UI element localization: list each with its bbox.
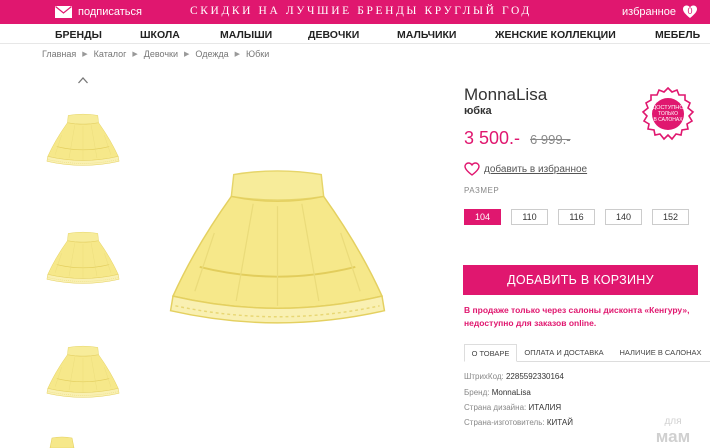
attribute-label: Бренд: xyxy=(464,388,490,397)
tab-salon-availability[interactable]: НАЛИЧИЕ В САЛОНАХ xyxy=(614,344,707,362)
size-option-152[interactable]: 152 xyxy=(652,209,689,225)
breadcrumb-clothing[interactable]: Одежда xyxy=(195,49,228,59)
favorites-count: 0 xyxy=(687,6,693,16)
product-thumbnail[interactable] xyxy=(42,110,124,170)
attribute-design-country: Страна дизайна: ИТАЛИЯ xyxy=(464,403,561,412)
nav-item-boys[interactable]: МАЛЬЧИКИ xyxy=(397,29,456,41)
nav-item-girls[interactable]: ДЕВОЧКИ xyxy=(308,29,359,41)
breadcrumb-girls[interactable]: Девочки xyxy=(144,49,178,59)
size-label: РАЗМЕР xyxy=(464,186,500,195)
favorites-link[interactable]: избранное 0 xyxy=(622,4,698,20)
attribute-manufacture-country: Страна-изготовитель: КИТАЙ xyxy=(464,418,573,427)
svg-text:В САЛОНАХ: В САЛОНАХ xyxy=(653,117,683,123)
tab-payment-delivery[interactable]: ОПЛАТА И ДОСТАВКА xyxy=(520,344,608,362)
breadcrumb-skirts[interactable]: Юбки xyxy=(246,49,269,59)
product-tabs: О ТОВАРЕ ОПЛАТА И ДОСТАВКА НАЛИЧИЕ В САЛ… xyxy=(464,344,710,362)
add-to-favorites-link[interactable]: добавить в избранное xyxy=(464,162,587,176)
chevron-up-icon[interactable] xyxy=(77,75,89,85)
product-thumbnail[interactable] xyxy=(42,342,124,402)
heart-icon xyxy=(464,162,480,176)
attribute-label: Страна-изготовитель: xyxy=(464,418,545,427)
mail-icon xyxy=(55,6,72,18)
availability-notice: В продаже только через салоны дисконта «… xyxy=(464,305,690,328)
subscribe-label: подписаться xyxy=(78,6,142,18)
attribute-value: 2285592330164 xyxy=(505,372,564,381)
size-option-116[interactable]: 116 xyxy=(558,209,595,225)
svg-text:для: для xyxy=(664,416,681,427)
salon-only-stamp: ДОСТУПНО ТОЛЬКО В САЛОНАХ xyxy=(641,87,695,141)
product-thumbnail[interactable] xyxy=(42,228,124,288)
breadcrumb-arrow-icon: ▶ xyxy=(82,51,88,58)
price-old: 6 999.- xyxy=(530,132,571,147)
nav-item-school[interactable]: ШКОЛА xyxy=(140,29,180,41)
favorites-count-badge: 0 xyxy=(682,4,698,20)
main-nav: БРЕНДЫ ШКОЛА МАЛЫШИ ДЕВОЧКИ МАЛЬЧИКИ ЖЕН… xyxy=(0,24,710,44)
product-brand: MonnaLisa xyxy=(464,85,548,104)
favorites-label: избранное xyxy=(622,6,676,18)
attribute-label: ШтрихКод: xyxy=(464,372,504,381)
price-block: 3 500.- 6 999.- xyxy=(464,128,571,149)
breadcrumb-arrow-icon: ▶ xyxy=(234,51,241,58)
nav-item-women-collections[interactable]: ЖЕНСКИЕ КОЛЛЕКЦИИ xyxy=(495,29,616,41)
top-bar: подписаться СКИДКИ НА ЛУЧШИЕ БРЕНДЫ КРУГ… xyxy=(0,0,710,24)
attribute-value: ИТАЛИЯ xyxy=(528,403,562,412)
add-to-cart-button[interactable]: ДОБАВИТЬ В КОРЗИНУ xyxy=(463,265,698,295)
size-option-110[interactable]: 110 xyxy=(511,209,548,225)
subscribe-link[interactable]: подписаться xyxy=(55,4,142,20)
breadcrumb-catalog[interactable]: Каталог xyxy=(94,49,127,59)
add-to-favorites-label: добавить в избранное xyxy=(484,163,588,175)
svg-text:мам: мам xyxy=(656,427,690,445)
breadcrumb-arrow-icon: ▶ xyxy=(184,51,190,58)
size-option-140[interactable]: 140 xyxy=(605,209,642,225)
watermark-logo: для мам xyxy=(656,416,690,445)
size-option-104[interactable]: 104 xyxy=(464,209,501,225)
product-main-image[interactable] xyxy=(140,160,415,335)
attribute-barcode: ШтрихКод: 2285592330164 xyxy=(464,372,564,381)
product-type: юбка xyxy=(464,105,492,117)
tab-about-product[interactable]: О ТОВАРЕ xyxy=(464,344,517,362)
breadcrumb: Главная ▶ Каталог ▶ Девочки ▶ Одежда ▶ Ю… xyxy=(42,49,269,59)
price-current: 3 500.- xyxy=(464,128,521,148)
attribute-value: MonnaLisa xyxy=(491,388,531,397)
nav-item-furniture[interactable]: МЕБЕЛЬ xyxy=(655,29,700,41)
nav-item-brands[interactable]: БРЕНДЫ xyxy=(55,29,102,41)
breadcrumb-arrow-icon: ▶ xyxy=(132,51,138,58)
promo-banner-text: СКИДКИ НА ЛУЧШИЕ БРЕНДЫ КРУГЛЫЙ ГОД xyxy=(190,5,532,17)
breadcrumb-home[interactable]: Главная xyxy=(42,49,76,59)
product-thumbnail[interactable] xyxy=(42,436,76,448)
attribute-brand: Бренд: MonnaLisa xyxy=(464,388,531,397)
attribute-label: Страна дизайна: xyxy=(464,403,527,412)
nav-item-babies[interactable]: МАЛЫШИ xyxy=(220,29,272,41)
attribute-value: КИТАЙ xyxy=(546,418,573,427)
